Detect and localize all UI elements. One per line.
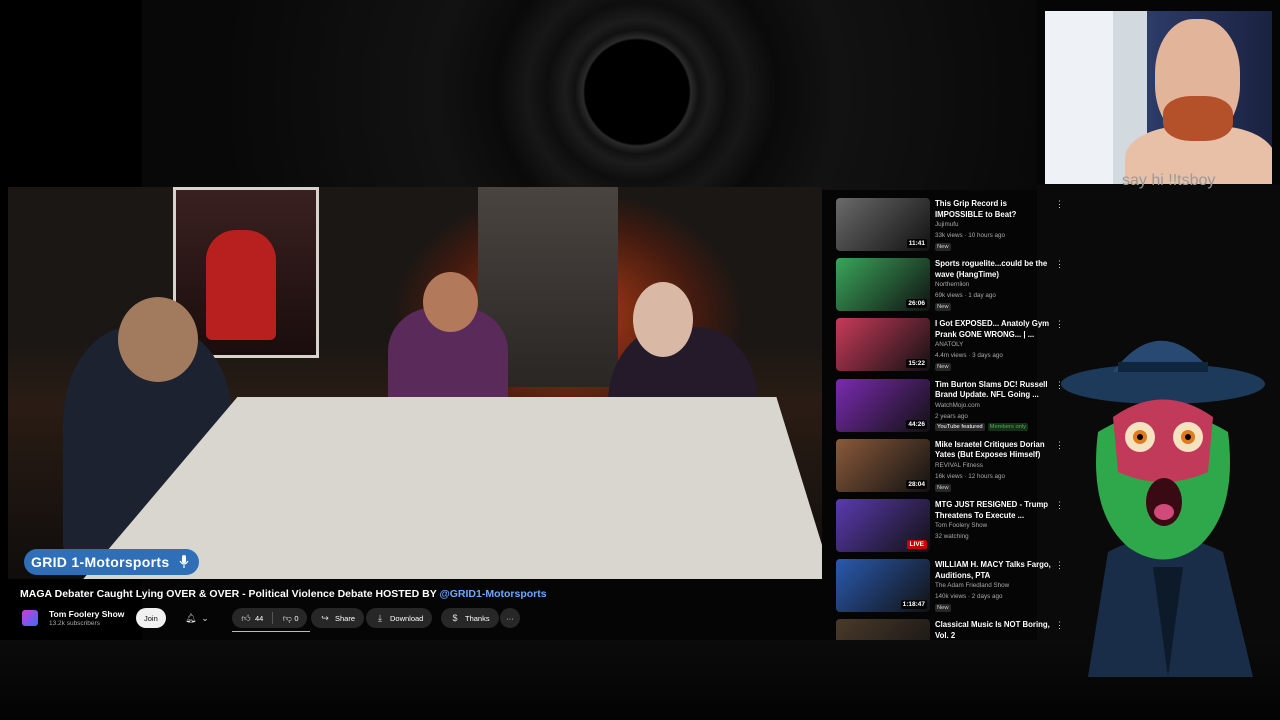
- host-left-head: [118, 297, 198, 382]
- youtube-featured-badge: YouTube featured: [935, 422, 985, 431]
- recommendation-item[interactable]: LIVE MTG JUST RESIGNED - Trump Threatens …: [836, 499, 1064, 555]
- background-pattern: [142, 0, 1037, 190]
- download-button[interactable]: ⤓ Download: [366, 608, 433, 628]
- recommendation-item[interactable]: 15:22 I Got EXPOSED... Anatoly Gym Prank …: [836, 318, 1064, 374]
- channel-avatar[interactable]: [22, 610, 38, 626]
- recommendation-channel[interactable]: The Adam Friedland Show: [935, 582, 1009, 589]
- notification-bell-button[interactable]: 🔔︎ ⌄: [176, 608, 219, 628]
- kebab-menu-icon[interactable]: ⋮: [1055, 200, 1064, 209]
- recommendation-item[interactable]: Classical Music Is NOT Boring, Vol. 2 ⋮: [836, 619, 1064, 640]
- channel-name[interactable]: Tom Foolery Show: [49, 609, 124, 619]
- duration-badge: 1:18:47: [900, 600, 927, 610]
- recommendation-meta: 16k views · 12 hours ago: [935, 472, 1006, 480]
- live-badge: LIVE: [906, 540, 927, 549]
- streamer-beard: [1163, 96, 1233, 141]
- recommendation-title[interactable]: Sports roguelite...could be the wave (Ha…: [935, 259, 1053, 280]
- kebab-menu-icon[interactable]: ⋮: [1055, 260, 1064, 269]
- recommendation-title[interactable]: I Got EXPOSED... Anatoly Gym Prank GONE …: [935, 319, 1053, 340]
- download-icon: ⤓: [378, 613, 382, 623]
- recommendation-meta: 2 years ago: [935, 412, 968, 420]
- recommendation-title[interactable]: Mike Israetel Critiques Dorian Yates (Bu…: [935, 440, 1053, 461]
- new-badge: New: [935, 363, 951, 372]
- like-dislike-group: 👍︎ 44 👎︎ 0: [232, 608, 307, 628]
- duration-badge: 28:04: [906, 479, 927, 489]
- recommendation-channel[interactable]: ANATOLY: [935, 341, 963, 348]
- new-badge: New: [935, 243, 951, 251]
- overlay-badge-label: GRID 1-Motorsports: [31, 554, 170, 570]
- thumbs-down-icon: 👎︎: [282, 613, 292, 623]
- more-actions-button[interactable]: ···: [500, 608, 520, 628]
- recommendation-channel[interactable]: Jujimufu: [935, 221, 958, 228]
- video-thumbnail[interactable]: 44:26: [836, 378, 930, 432]
- host-center-head: [423, 272, 478, 332]
- video-thumbnail[interactable]: [836, 619, 930, 640]
- video-thumbnail[interactable]: LIVE: [836, 499, 930, 552]
- divider: [272, 612, 274, 624]
- duration-badge: 26:06: [906, 299, 927, 309]
- webcam-caption: say hi !!tsboy: [1122, 172, 1216, 189]
- recommendation-item[interactable]: 28:04 Mike Israetel Critiques Dorian Yate…: [836, 438, 1064, 495]
- new-badge: New: [935, 604, 951, 613]
- recommendation-title[interactable]: This Grip Record is IMPOSSIBLE to Beat?: [935, 199, 1053, 220]
- duration-badge: 11:41: [906, 239, 927, 248]
- join-button[interactable]: Join: [136, 608, 166, 628]
- mascot-illustration: [1061, 340, 1265, 677]
- recommendation-item[interactable]: 1:18:47 WILLIAM H. MACY Talks Fargo, Audi…: [836, 559, 1064, 615]
- recommendation-channel[interactable]: Tom Foolery Show: [935, 522, 987, 529]
- duration-badge: 44:26: [906, 419, 927, 429]
- recommendation-item[interactable]: 26:06 Sports roguelite...could be the wav…: [836, 258, 1064, 314]
- download-label: Download: [390, 613, 424, 623]
- microphone-icon: [179, 555, 189, 568]
- more-label: ···: [506, 613, 514, 623]
- new-badge: New: [935, 483, 951, 492]
- new-badge: New: [935, 303, 951, 312]
- webcam-overlay: [1045, 11, 1272, 184]
- recommendation-title[interactable]: Tim Burton Slams DC! Russell Brand Updat…: [935, 380, 1053, 401]
- chevron-down-icon: ⌄: [201, 613, 209, 623]
- recommendation-meta: 140k views · 2 days ago: [935, 593, 1003, 601]
- duration-badge: 15:22: [906, 359, 927, 369]
- recommendation-title[interactable]: WILLIAM H. MACY Talks Fargo, Auditions, …: [935, 560, 1053, 581]
- guest-right-head: [633, 282, 693, 357]
- share-icon: ↪: [321, 613, 329, 623]
- recommendation-title[interactable]: MTG JUST RESIGNED - Trump Threatens To E…: [935, 500, 1053, 521]
- recommendation-channel[interactable]: Northernlion: [935, 281, 969, 288]
- video-player[interactable]: GRID 1-Motorsports: [8, 187, 822, 579]
- bell-icon: 🔔︎: [185, 613, 197, 623]
- like-button[interactable]: 👍︎ 44: [241, 613, 263, 623]
- recommendation-meta: 33k views · 10 hours ago: [935, 232, 1006, 239]
- recommendation-channel[interactable]: REVIVAL Fitness: [935, 462, 983, 469]
- video-thumbnail[interactable]: 11:41: [836, 198, 930, 251]
- video-title: MAGA Debater Caught Lying OVER & OVER - …: [20, 588, 547, 600]
- subscriber-count: 13.2k subscribers: [49, 620, 100, 627]
- thanks-button[interactable]: $ Thanks: [441, 608, 499, 628]
- featured-badges: YouTube featured Members only: [935, 422, 1029, 431]
- video-title-text: MAGA Debater Caught Lying OVER & OVER - …: [20, 588, 440, 600]
- members-only-badge: Members only: [987, 422, 1029, 431]
- thumbs-up-icon: 👍︎: [241, 613, 251, 623]
- share-label: Share: [335, 613, 356, 623]
- recommendation-item[interactable]: 44:26 Tim Burton Slams DC! Russell Brand …: [836, 378, 1064, 435]
- recommendation-meta: 69k views · 1 day ago: [935, 292, 996, 300]
- dislike-count: 0: [294, 613, 299, 623]
- recommendations-sidebar: 11:41 This Grip Record is IMPOSSIBLE to B…: [836, 198, 1064, 640]
- like-underline: [232, 631, 310, 632]
- recommendation-channel[interactable]: WatchMojo.com: [935, 402, 980, 409]
- recommendation-title[interactable]: Classical Music Is NOT Boring, Vol. 2: [935, 620, 1053, 640]
- like-count: 44: [255, 613, 264, 623]
- recommendation-item[interactable]: 11:41 This Grip Record is IMPOSSIBLE to B…: [836, 198, 1064, 254]
- video-thumbnail[interactable]: 26:06: [836, 258, 930, 312]
- dislike-button[interactable]: 👎︎ 0: [282, 613, 306, 623]
- video-thumbnail[interactable]: 28:04: [836, 438, 930, 492]
- channel-info: Tom Foolery Show 13.2k subscribers: [22, 606, 124, 630]
- share-button[interactable]: ↪ Share: [311, 608, 365, 628]
- video-thumbnail[interactable]: 1:18:47: [836, 559, 930, 613]
- recommendation-meta: 32 watching: [935, 533, 969, 540]
- recommendation-meta: 4.4m views · 3 days ago: [935, 352, 1003, 360]
- thanks-icon: $: [452, 613, 458, 623]
- video-title-mention[interactable]: @GRID1-Motorsports: [440, 588, 547, 600]
- thanks-label: Thanks: [465, 613, 490, 623]
- video-thumbnail[interactable]: 15:22: [836, 318, 930, 372]
- video-overlay-badge: GRID 1-Motorsports: [24, 549, 200, 575]
